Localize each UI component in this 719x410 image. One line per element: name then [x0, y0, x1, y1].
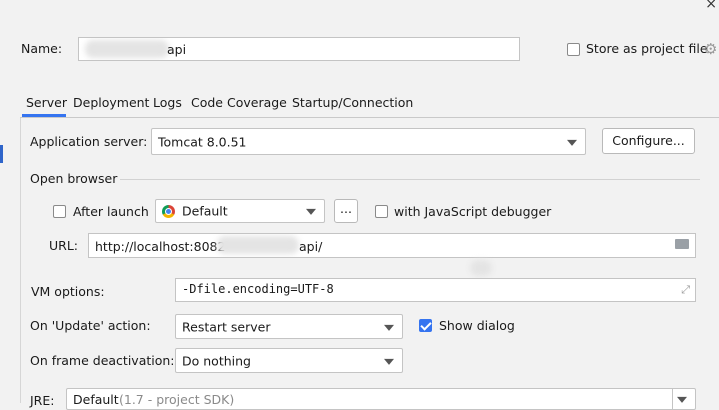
name-value: api	[167, 42, 187, 57]
on-frame-deactivation-label: On frame deactivation:	[30, 353, 175, 368]
browser-select[interactable]: Default	[155, 199, 325, 223]
browser-value: Default	[182, 203, 228, 219]
application-server-label: Application server:	[30, 134, 148, 149]
after-launch-label: After launch	[73, 204, 149, 219]
jre-hint: (1.7 - project SDK)	[119, 392, 235, 407]
open-browser-separator	[120, 179, 700, 180]
jre-select[interactable]: Default (1.7 - project SDK)	[66, 388, 696, 410]
tab-deployment[interactable]: Deployment	[73, 95, 149, 110]
redacted-region	[85, 40, 169, 58]
window-top-area	[0, 0, 719, 18]
jre-value: Default	[73, 392, 119, 407]
chevron-down-icon	[567, 139, 577, 146]
name-input[interactable]: api	[78, 37, 520, 61]
javascript-debugger-label: with JavaScript debugger	[394, 204, 552, 219]
show-dialog-label: Show dialog	[439, 318, 515, 333]
on-update-label: On 'Update' action:	[30, 318, 151, 333]
on-frame-deactivation-select[interactable]: Do nothing	[175, 348, 403, 373]
more-button[interactable]: ...	[334, 199, 358, 223]
tab-startup-connection[interactable]: Startup/Connection	[292, 95, 413, 110]
name-label: Name:	[21, 41, 63, 56]
sidebar-selection-marker	[0, 145, 3, 163]
gear-icon[interactable]: ⚙	[704, 40, 717, 58]
chevron-down-icon	[306, 208, 316, 215]
tab-code-coverage[interactable]: Code Coverage	[191, 95, 287, 110]
vm-options-label: VM options:	[31, 284, 105, 299]
chrome-icon	[162, 205, 175, 218]
combo-divider	[672, 389, 673, 409]
open-browser-title: Open browser	[30, 171, 118, 186]
javascript-debugger-checkbox[interactable]	[375, 205, 388, 218]
url-input[interactable]: http://localhost:8082 api/	[88, 233, 696, 258]
store-as-project-file-checkbox[interactable]	[567, 43, 580, 56]
show-dialog-checkbox[interactable]	[419, 319, 432, 332]
url-value-suffix: api/	[299, 239, 323, 254]
redacted-region	[470, 260, 492, 276]
on-update-value: Restart server	[182, 319, 271, 334]
jre-label: JRE:	[30, 393, 55, 408]
tab-server[interactable]: Server	[26, 95, 67, 110]
url-value-prefix: http://localhost:8082	[95, 239, 226, 254]
tab-logs[interactable]: Logs	[153, 95, 182, 110]
vm-options-value: -Dfile.encoding=UTF-8	[182, 282, 334, 296]
vm-options-input[interactable]: -Dfile.encoding=UTF-8 ⤢	[175, 278, 696, 302]
after-launch-checkbox[interactable]	[53, 205, 66, 218]
chevron-down-icon	[677, 396, 687, 403]
application-server-select[interactable]: Tomcat 8.0.51	[151, 128, 586, 155]
on-update-select[interactable]: Restart server	[175, 314, 403, 339]
on-frame-deactivation-value: Do nothing	[182, 353, 251, 368]
expand-icon[interactable]: ⤢	[681, 283, 690, 297]
chevron-down-icon	[384, 358, 394, 365]
application-server-value: Tomcat 8.0.51	[158, 134, 247, 149]
store-as-project-file-label: Store as project file	[586, 41, 708, 56]
folder-icon[interactable]	[675, 239, 689, 249]
url-label: URL:	[49, 238, 79, 253]
configure-button[interactable]: Configure...	[602, 128, 695, 154]
chevron-down-icon	[384, 324, 394, 331]
redacted-region	[217, 236, 299, 254]
close-icon[interactable]: ×	[705, 0, 717, 12]
